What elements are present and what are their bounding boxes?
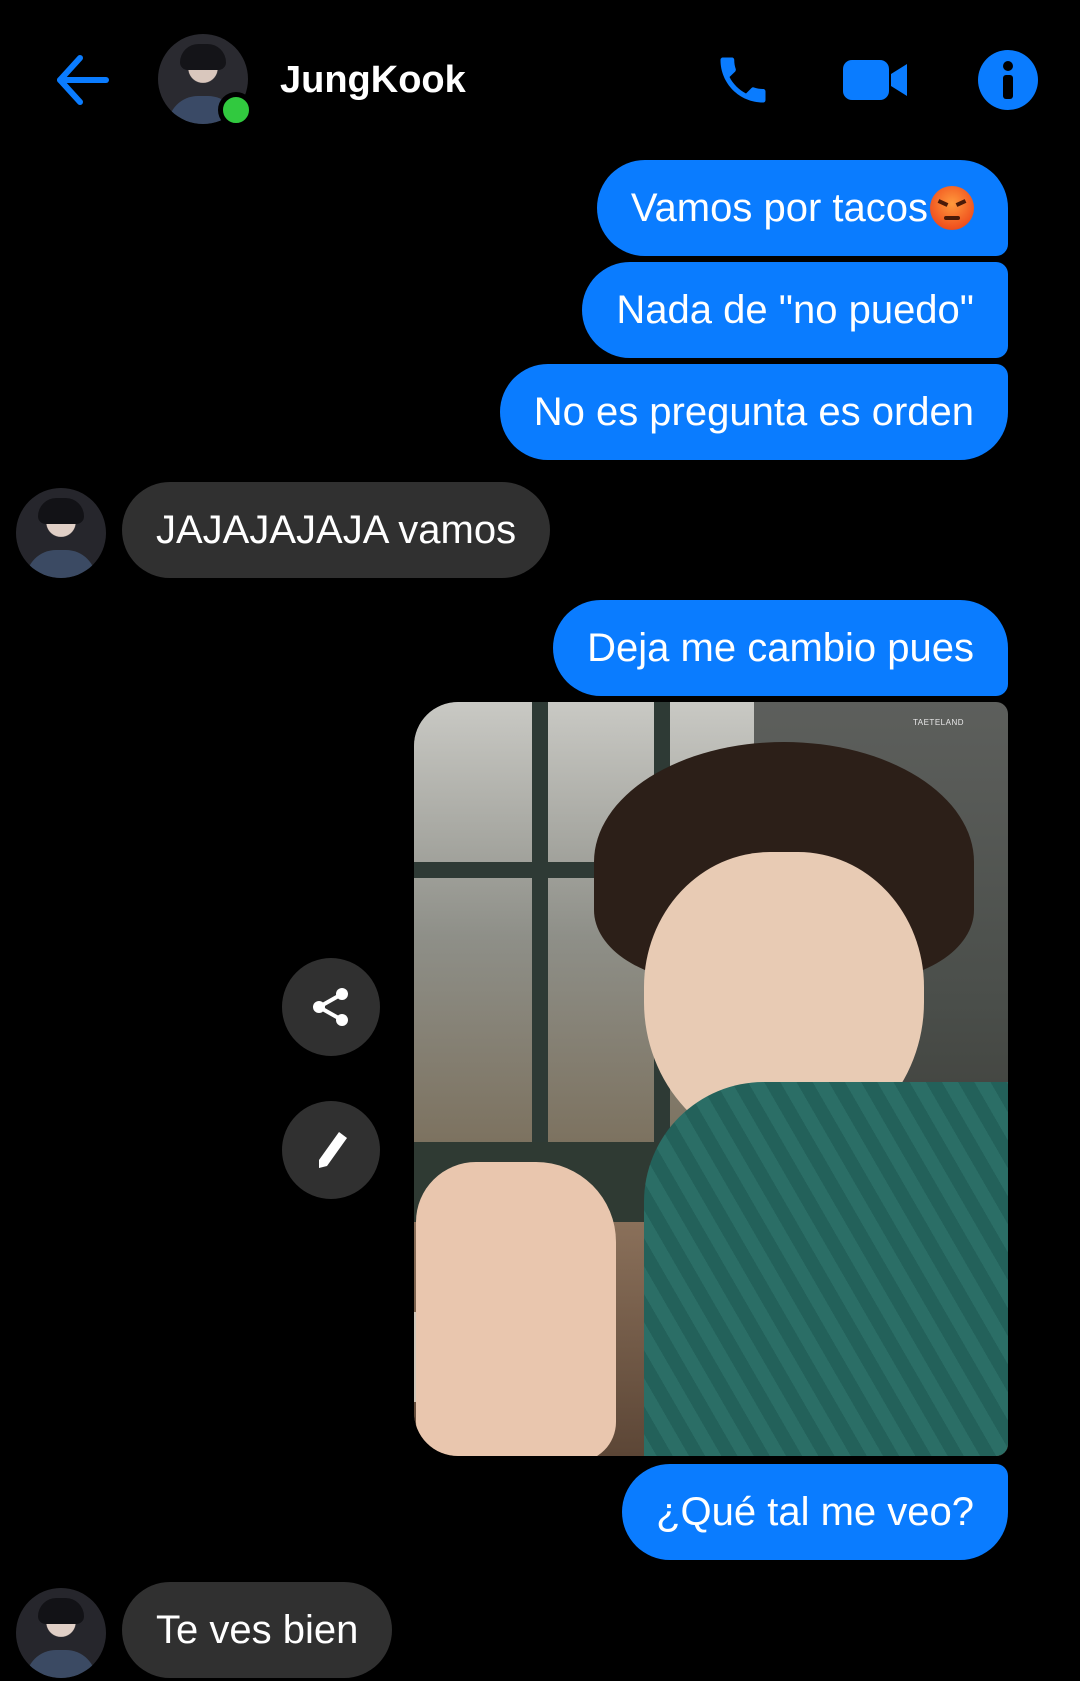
message-bubble-sent[interactable]: ¿Qué tal me veo? xyxy=(622,1464,1008,1560)
message-bubble-received[interactable]: Te ves bien xyxy=(122,1582,393,1678)
message-bubble-sent[interactable]: Nada de "no puedo" xyxy=(582,262,1008,358)
message-bubble-received[interactable]: JAJAJAJAJA vamos xyxy=(122,482,551,578)
video-camera-icon xyxy=(843,60,907,100)
phone-icon xyxy=(720,57,766,103)
edit-button[interactable] xyxy=(282,1101,380,1199)
back-button[interactable] xyxy=(50,48,114,112)
message-bubble-sent[interactable]: Vamos por tacos xyxy=(596,160,1008,256)
share-button[interactable] xyxy=(282,958,380,1056)
conversation-header: JungKook xyxy=(0,0,1080,160)
call-button[interactable] xyxy=(704,44,782,116)
message-bubble-sent[interactable]: No es pregunta es orden xyxy=(499,364,1008,460)
message-text: No es pregunta es orden xyxy=(533,390,974,434)
angry-face-icon xyxy=(930,186,974,230)
message-text: Te ves bien xyxy=(156,1608,359,1652)
info-icon xyxy=(978,50,1038,110)
contact-name[interactable]: JungKook xyxy=(280,58,466,102)
message-bubble-sent[interactable]: Deja me cambio pues xyxy=(553,600,1008,696)
message-text: JAJAJAJAJA vamos xyxy=(156,508,517,552)
video-call-button[interactable] xyxy=(832,44,920,116)
message-text: Nada de "no puedo" xyxy=(616,288,974,332)
online-status-dot xyxy=(218,92,254,128)
pencil-icon xyxy=(319,1132,347,1168)
message-text: ¿Qué tal me veo? xyxy=(656,1490,974,1534)
share-icon xyxy=(313,988,348,1026)
contact-avatar-small[interactable] xyxy=(16,1588,106,1678)
message-text: Vamos por tacos xyxy=(630,186,928,230)
contact-avatar-small[interactable] xyxy=(16,488,106,578)
arrow-left-icon xyxy=(57,55,109,105)
info-button[interactable] xyxy=(968,40,1048,120)
photo-watermark: TAETELAND xyxy=(912,718,964,727)
message-text: Deja me cambio pues xyxy=(587,626,974,670)
photo-message[interactable]: TAETELAND xyxy=(414,702,1008,1456)
